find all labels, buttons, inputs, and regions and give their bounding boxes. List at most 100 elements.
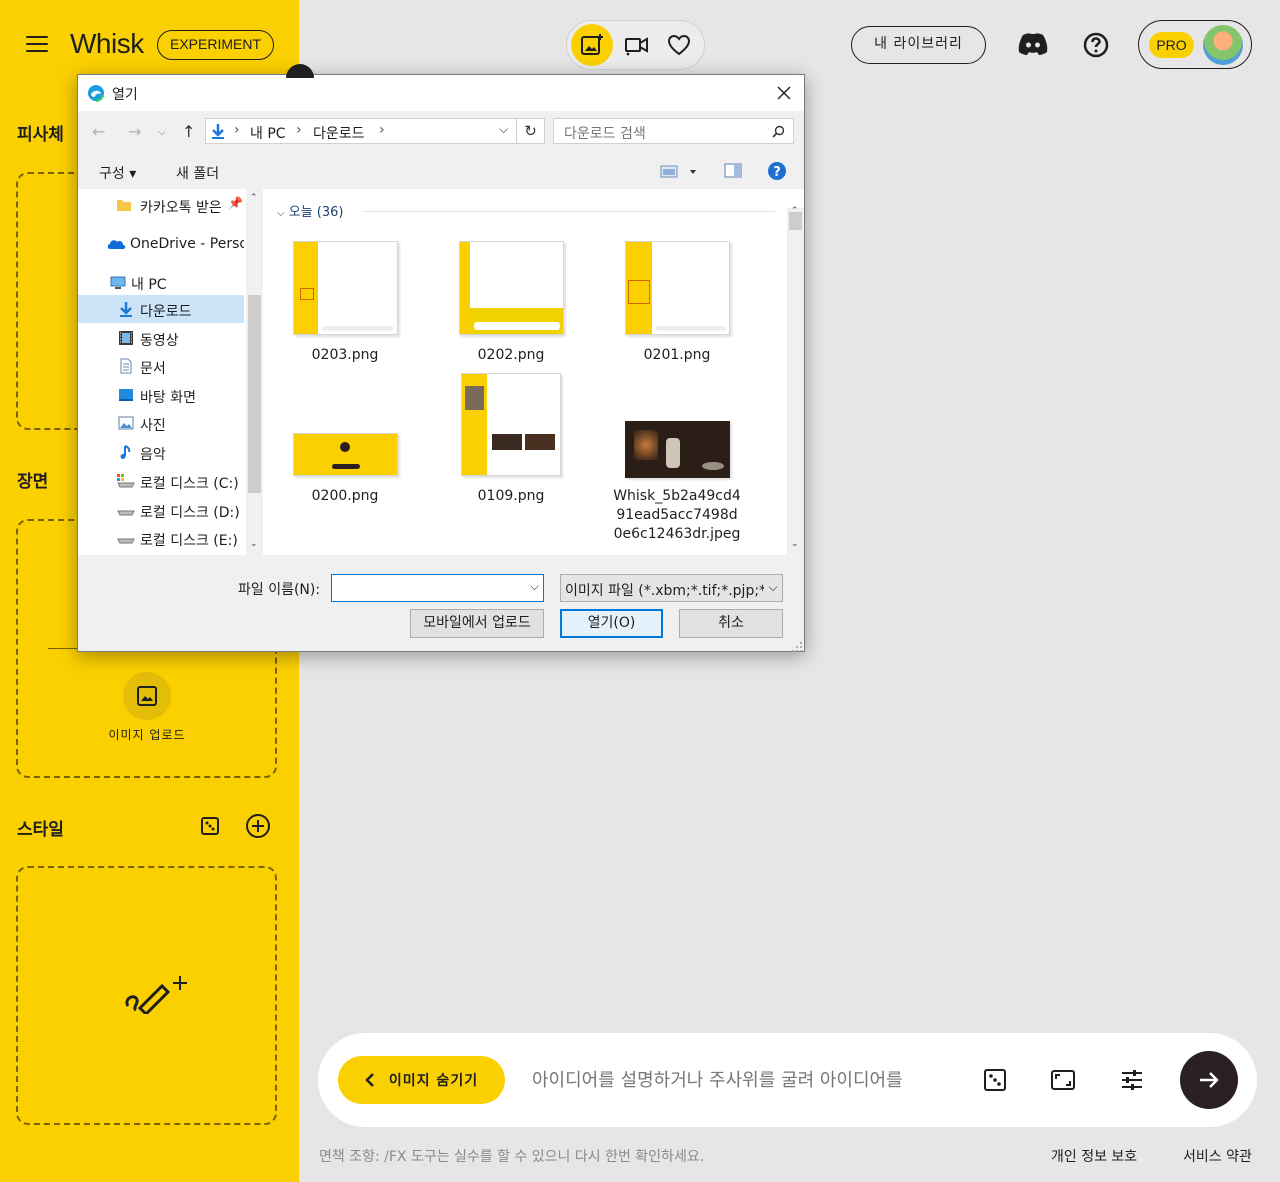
cancel-button[interactable]: 취소 (679, 609, 783, 638)
nav-item-drive-d[interactable]: 로컬 디스크 (D:) (78, 496, 244, 524)
aspect-ratio-icon[interactable] (1050, 1067, 1076, 1093)
close-icon[interactable] (774, 83, 794, 103)
search-input[interactable]: 다운로드 검색 (553, 118, 794, 144)
arrow-right-icon (1200, 1072, 1219, 1088)
settings-sliders-icon[interactable] (1119, 1067, 1145, 1093)
organize-menu[interactable]: 구성 ▾ (99, 163, 136, 183)
nav-item-documents[interactable]: 문서 (78, 352, 244, 380)
heart-icon (667, 34, 691, 56)
style-title: 스타일 (17, 820, 64, 840)
up-arrow-icon[interactable]: ↑ (182, 122, 195, 141)
nav-item-onedrive[interactable]: OneDrive - Personal (78, 230, 244, 258)
dice-icon[interactable] (198, 814, 222, 838)
mobile-upload-button[interactable]: 모바일에서 업로드 (410, 609, 544, 638)
account-menu[interactable]: PRO (1138, 20, 1252, 69)
drive-icon (117, 538, 135, 544)
open-button[interactable]: 열기(O) (560, 609, 663, 638)
scroll-thumb[interactable] (248, 295, 261, 493)
drive-icon (117, 510, 135, 516)
group-divider (363, 211, 775, 212)
nav-item-my-pc[interactable]: 내 PC (78, 268, 244, 296)
nav-item-desktop[interactable]: 바탕 화면 (78, 381, 244, 409)
prompt-input[interactable] (532, 1063, 952, 1097)
pc-icon (110, 276, 126, 289)
mode-switcher (566, 20, 705, 70)
folder-icon (117, 200, 131, 211)
file-name-0109[interactable]: 0109.png (446, 487, 576, 506)
video-icon (119, 331, 133, 345)
image-mode-button[interactable] (571, 24, 613, 66)
nav-item-videos[interactable]: 동영상 (78, 324, 244, 352)
drive-icon (117, 474, 135, 488)
nav-item-drive-e[interactable]: 로컬 디스크 (E:) (78, 524, 244, 552)
preview-pane-icon[interactable] (724, 163, 742, 179)
file-thumbnail-0202[interactable] (459, 241, 564, 335)
view-options-icon[interactable] (660, 163, 702, 181)
terms-link[interactable]: 서비스 약관 (1183, 1146, 1252, 1166)
upload-image-button[interactable] (123, 672, 171, 720)
scroll-thumb[interactable] (789, 212, 802, 230)
new-folder-button[interactable]: 새 폴더 (176, 163, 219, 183)
image-plus-icon (581, 34, 603, 55)
breadcrumb-downloads[interactable]: 다운로드 (313, 123, 365, 143)
avatar[interactable] (1203, 25, 1243, 65)
forward-arrow-icon[interactable]: → (128, 122, 141, 141)
privacy-link[interactable]: 개인 정보 보호 (1051, 1146, 1137, 1166)
file-name-0201[interactable]: 0201.png (612, 346, 742, 365)
pro-badge: PRO (1149, 32, 1194, 58)
chevron-down-icon: ⌵ (277, 208, 285, 219)
files-pane: ⌵ 오늘 (36) 0203.png 0202.png 0201.png 020… (263, 189, 804, 555)
draw-style-icon[interactable] (122, 970, 198, 1014)
file-type-select[interactable]: 이미지 파일 (*.xbm;*.tif;*.pjp;*.a ⌵ (560, 574, 783, 602)
breadcrumb-pc[interactable]: 내 PC (250, 123, 286, 143)
nav-item-downloads[interactable]: 다운로드 (78, 295, 244, 323)
menu-icon[interactable] (26, 36, 48, 52)
submit-button[interactable] (1180, 1051, 1238, 1109)
group-header[interactable]: ⌵ 오늘 (36) (277, 201, 343, 220)
files-scrollbar[interactable]: ⌃ ⌄ (787, 206, 804, 555)
scroll-down-icon: ⌄ (250, 539, 258, 549)
recent-dropdown-icon[interactable]: ⌵ (158, 127, 166, 138)
video-sparkle-icon (625, 37, 648, 56)
nav-item-music[interactable]: 음악 (78, 438, 244, 466)
subject-title: 피사체 (17, 125, 64, 145)
address-bar[interactable]: › 내 PC › 다운로드 › ⌵ (205, 118, 517, 144)
search-placeholder: 다운로드 검색 (564, 126, 646, 142)
file-name-0203[interactable]: 0203.png (280, 346, 410, 365)
scroll-down-icon: ⌄ (791, 539, 799, 549)
picture-icon (118, 416, 134, 430)
file-thumbnail-0200[interactable] (293, 433, 398, 476)
file-thumbnail-0203[interactable] (293, 241, 398, 335)
chevron-down-icon[interactable]: ⌵ (499, 122, 508, 137)
file-name-0200[interactable]: 0200.png (280, 487, 410, 506)
add-style-icon[interactable] (244, 812, 272, 840)
library-button[interactable]: 내 라이브러리 (851, 26, 986, 64)
nav-item-drive-c[interactable]: 로컬 디스크 (C:) (78, 467, 244, 495)
navigation-scrollbar[interactable]: ⌃ ⌄ (246, 189, 263, 555)
file-name-label: 파일 이름(N): (238, 582, 321, 598)
navigation-pane: 카카오톡 받은 📌 OneDrive - Personal 내 PC 다운로드 … (78, 189, 246, 555)
dialog-titlebar[interactable]: 열기 (78, 75, 804, 111)
file-name-whisk-jpeg[interactable]: Whisk_5b2a49cd491ead5acc7498d0e6c12463dr… (612, 487, 742, 549)
help-icon[interactable]: ? (767, 161, 787, 181)
file-thumbnail-0201[interactable] (625, 241, 730, 335)
favorites-button[interactable] (658, 24, 700, 66)
nav-item-kakaotalk[interactable]: 카카오톡 받은 📌 (78, 191, 244, 219)
download-icon (212, 124, 224, 139)
resize-grip-icon[interactable] (791, 638, 803, 652)
help-icon[interactable] (1082, 31, 1109, 58)
hide-images-button[interactable]: 이미지 숨기기 (338, 1056, 505, 1104)
file-name-input[interactable]: ⌵ (331, 574, 544, 602)
file-thumbnail-0109[interactable] (461, 373, 561, 476)
back-arrow-icon[interactable]: ← (92, 122, 105, 141)
download-icon (120, 302, 132, 317)
video-mode-button[interactable] (615, 24, 657, 66)
discord-icon[interactable] (1016, 30, 1050, 58)
file-thumbnail-whisk-jpeg[interactable] (625, 421, 730, 478)
dice-icon[interactable] (982, 1067, 1008, 1093)
nav-item-pictures[interactable]: 사진 (78, 409, 244, 437)
file-name-0202[interactable]: 0202.png (446, 346, 576, 365)
refresh-icon[interactable]: ↻ (517, 118, 545, 144)
cloud-icon (107, 240, 126, 249)
chevron-down-icon[interactable]: ⌵ (530, 579, 539, 594)
